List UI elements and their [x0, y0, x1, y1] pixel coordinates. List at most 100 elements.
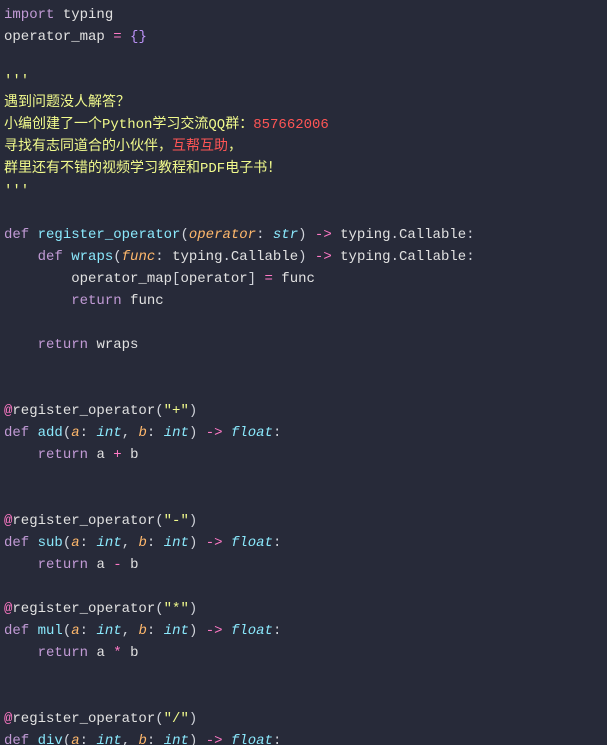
keyword-return: return — [71, 293, 121, 309]
comma: , — [122, 623, 139, 639]
keyword-def: def — [4, 535, 29, 551]
assign-op: = — [256, 271, 281, 287]
ident-func: func — [130, 293, 164, 309]
param-b: b — [139, 733, 147, 745]
ident-b: b — [130, 645, 138, 661]
doc-line3c: ， — [228, 139, 242, 155]
type-float: float — [231, 623, 273, 639]
lparen: ( — [63, 425, 71, 441]
comma: , — [122, 425, 139, 441]
ident-a: a — [96, 645, 104, 661]
op-plus: + — [105, 447, 130, 463]
param-a: a — [71, 733, 79, 745]
keyword-def: def — [4, 227, 29, 243]
doc-line3b: 互帮互助 — [172, 139, 228, 155]
keyword-import: import — [4, 7, 54, 23]
lparen: ( — [155, 403, 163, 419]
dot: . — [391, 249, 399, 265]
colon: : — [466, 227, 474, 243]
colon: : — [80, 623, 97, 639]
lparen: ( — [63, 535, 71, 551]
param-operator: operator — [189, 227, 256, 243]
keyword-def: def — [38, 249, 63, 265]
type-float: float — [231, 535, 273, 551]
type-int: int — [164, 535, 189, 551]
string-star: "*" — [164, 601, 189, 617]
colon: : — [273, 733, 281, 745]
colon: : — [147, 535, 164, 551]
op-star: * — [105, 645, 130, 661]
lparen: ( — [180, 227, 188, 243]
arrow: -> — [197, 425, 231, 441]
module-typing: typing — [63, 7, 113, 23]
colon: : — [466, 249, 474, 265]
keyword-def: def — [4, 623, 29, 639]
lparen: ( — [63, 733, 71, 745]
lparen: ( — [113, 249, 121, 265]
func-add: add — [38, 425, 63, 441]
callable: Callable — [399, 227, 466, 243]
doc-line2b: 857662006 — [253, 117, 329, 133]
colon: : — [147, 425, 164, 441]
func-register-operator: register_operator — [38, 227, 181, 243]
docstring-open: ''' — [4, 73, 29, 89]
typing-mod: typing — [172, 249, 222, 265]
type-int: int — [164, 425, 189, 441]
param-b: b — [139, 535, 147, 551]
param-a: a — [71, 535, 79, 551]
arrow: -> — [197, 623, 231, 639]
keyword-return: return — [38, 447, 88, 463]
type-int: int — [96, 425, 121, 441]
rbracket: ] — [248, 271, 256, 287]
lparen: ( — [155, 513, 163, 529]
string-minus: "-" — [164, 513, 189, 529]
lparen: ( — [155, 601, 163, 617]
func-mul: mul — [38, 623, 63, 639]
type-int: int — [96, 535, 121, 551]
typing-mod: typing — [340, 249, 390, 265]
type-int: int — [164, 623, 189, 639]
empty-dict: {} — [130, 29, 147, 45]
ident-a: a — [96, 447, 104, 463]
keyword-def: def — [4, 733, 29, 745]
colon: : — [155, 249, 172, 265]
rparen: ) — [189, 513, 197, 529]
type-str: str — [273, 227, 298, 243]
keyword-return: return — [38, 645, 88, 661]
string-plus: "+" — [164, 403, 189, 419]
lparen: ( — [63, 623, 71, 639]
arrow: -> — [307, 249, 341, 265]
string-slash: "/" — [164, 711, 189, 727]
type-float: float — [231, 733, 273, 745]
ident-a: a — [96, 557, 104, 573]
param-b: b — [139, 425, 147, 441]
arrow: -> — [197, 535, 231, 551]
keyword-return: return — [38, 557, 88, 573]
colon: : — [273, 425, 281, 441]
param-func: func — [122, 249, 156, 265]
comma: , — [122, 733, 139, 745]
type-int: int — [96, 733, 121, 745]
type-int: int — [96, 623, 121, 639]
rparen: ) — [189, 403, 197, 419]
rparen: ) — [298, 249, 306, 265]
dot: . — [223, 249, 231, 265]
colon: : — [256, 227, 273, 243]
doc-line4: 群里还有不错的视频学习教程和PDF电子书！ — [4, 161, 281, 177]
func-div: div — [38, 733, 63, 745]
param-b: b — [139, 623, 147, 639]
ident-b: b — [130, 447, 138, 463]
colon: : — [80, 733, 97, 745]
comma: , — [122, 535, 139, 551]
colon: : — [80, 535, 97, 551]
ident-func: func — [281, 271, 315, 287]
ident-wraps: wraps — [96, 337, 138, 353]
assign-op: = — [105, 29, 130, 45]
colon: : — [147, 733, 164, 745]
doc-line3a: 寻找有志同道合的小伙伴， — [4, 139, 172, 155]
dot: . — [391, 227, 399, 243]
decorator-register-operator: register_operator — [12, 513, 155, 529]
docstring-close: ''' — [4, 183, 29, 199]
decorator-register-operator: register_operator — [12, 711, 155, 727]
colon: : — [273, 623, 281, 639]
